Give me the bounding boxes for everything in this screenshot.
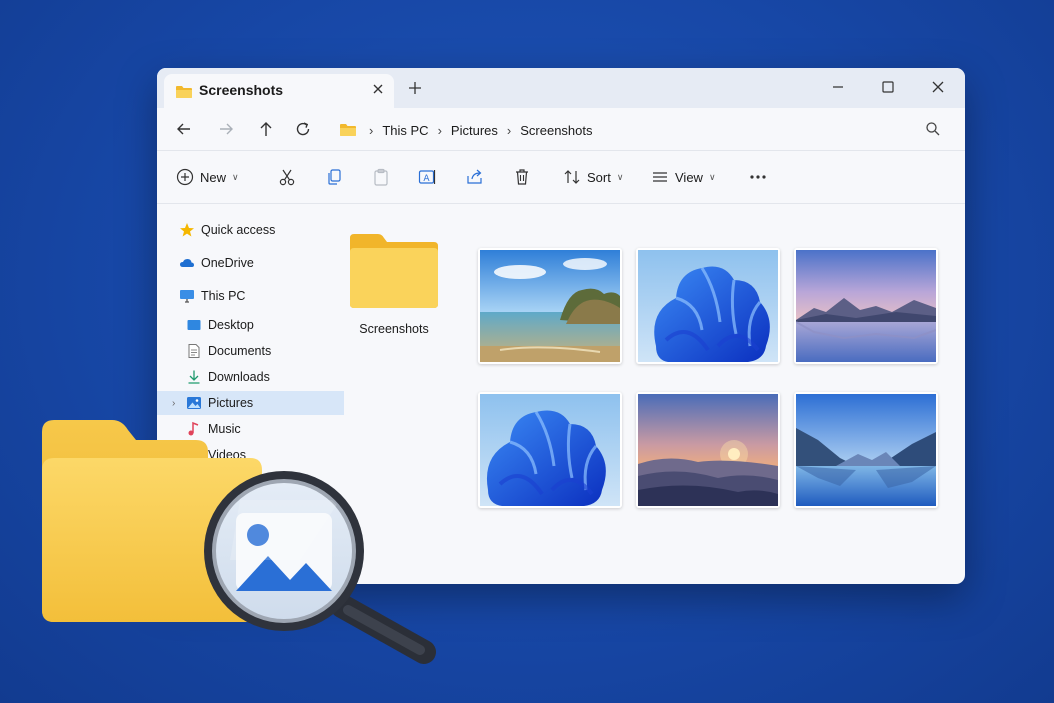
folder-icon (348, 232, 440, 315)
folder-item-screenshots[interactable] (348, 232, 440, 315)
chevron-down-icon: ∨ (616, 171, 624, 182)
address-bar: › This PC › Pictures › Screenshots (157, 108, 965, 151)
cloud-icon (179, 255, 195, 271)
breadcrumb-pictures[interactable]: Pictures (451, 123, 498, 138)
sidebar-item-onedrive[interactable]: OneDrive (157, 251, 337, 275)
sidebar-item-label: Videos (208, 448, 246, 462)
sidebar-item-label: This PC (201, 289, 246, 303)
network-icon (174, 476, 190, 492)
forward-arrow-icon[interactable] (217, 120, 235, 138)
monitor-icon (179, 288, 195, 304)
chevron-down-icon: ∨ (232, 171, 239, 182)
image-thumbnail-beach[interactable] (478, 248, 622, 364)
tab-title: Screenshots (199, 82, 284, 98)
copy-icon[interactable] (324, 167, 344, 187)
file-content-area: Screenshots (332, 204, 965, 584)
breadcrumb: › This PC › Pictures › Screenshots (339, 120, 593, 140)
mountain-lake-blue-image (796, 394, 936, 506)
sidebar-item-label: Documents (208, 344, 272, 358)
sidebar-item-label: Pictures (208, 396, 254, 410)
close-window-icon[interactable] (929, 78, 947, 96)
folder-icon (339, 123, 357, 137)
refresh-icon[interactable] (294, 120, 312, 138)
star-icon (179, 222, 195, 238)
sidebar-item-label: Downloads (208, 370, 270, 384)
sidebar-item-label: OneDrive (201, 256, 254, 270)
maximize-icon[interactable] (879, 78, 897, 96)
download-icon (186, 369, 202, 385)
sort-button[interactable]: Sort ∨ (563, 167, 623, 187)
image-thumbnail-mountain-lake-blue[interactable] (794, 392, 938, 508)
folder-item-label: Screenshots (359, 322, 429, 336)
file-explorer-window: Screenshots › This PC › Pictures › Scree… (157, 68, 965, 584)
view-button[interactable]: View ∨ (651, 167, 716, 187)
back-arrow-icon[interactable] (175, 120, 193, 138)
sort-icon (563, 168, 581, 186)
search-icon[interactable] (925, 121, 941, 137)
command-bar: New ∨ A Sort ∨ View ∨ (157, 151, 965, 204)
chevron-right-icon: › (369, 122, 374, 138)
sidebar-item-label: Desktop (208, 318, 254, 332)
view-button-label: View (675, 169, 703, 185)
blue-bloom-image (638, 250, 778, 362)
sidebar-item-desktop[interactable]: Desktop (157, 313, 344, 337)
music-icon (186, 421, 202, 437)
sidebar-item-label: Music (208, 422, 241, 436)
new-button-label: New (200, 169, 227, 185)
sidebar-item-network[interactable]: Network (157, 472, 332, 496)
paste-icon[interactable] (371, 167, 391, 187)
chevron-right-icon[interactable]: › (172, 398, 175, 409)
title-bar: Screenshots (157, 68, 965, 108)
sidebar-item-downloads[interactable]: Downloads (157, 365, 344, 389)
chevron-down-icon: ∨ (708, 171, 716, 182)
new-tab-icon[interactable] (407, 80, 423, 96)
cut-icon[interactable] (277, 167, 297, 187)
beach-cliff-image (480, 250, 620, 362)
folder-icon (175, 85, 193, 104)
sidebar-item-label: Network (196, 477, 242, 491)
share-icon[interactable] (465, 167, 485, 187)
image-thumbnail-mountain-lake[interactable] (794, 248, 938, 364)
new-button[interactable]: New ∨ (176, 167, 239, 187)
chevron-right-icon: › (506, 122, 512, 138)
image-thumbnail-sunset[interactable] (636, 392, 780, 508)
up-arrow-icon[interactable] (257, 120, 275, 138)
video-icon (186, 447, 202, 463)
chevron-right-icon: › (437, 122, 442, 138)
mountain-lake-image (796, 250, 936, 362)
sidebar-item-pictures[interactable]: › Pictures (157, 391, 344, 415)
breadcrumb-screenshots[interactable]: Screenshots (520, 123, 592, 138)
picture-icon (186, 395, 202, 411)
sidebar-item-label: Quick access (201, 223, 276, 237)
sidebar-item-quick-access[interactable]: Quick access (157, 218, 337, 242)
more-options-icon[interactable] (748, 167, 768, 187)
tab-screenshots[interactable]: Screenshots (164, 74, 394, 108)
image-thumbnail-bloom[interactable] (636, 248, 780, 364)
navigation-pane: Quick access OneDrive This PC Desktop Do… (157, 204, 344, 584)
sunset-hills-image (638, 394, 778, 506)
document-icon (186, 343, 202, 359)
view-list-icon (651, 168, 669, 186)
sidebar-item-this-pc[interactable]: This PC (157, 284, 337, 308)
image-thumbnail-bloom-2[interactable] (478, 392, 622, 508)
minimize-icon[interactable] (829, 78, 847, 96)
sidebar-item-music[interactable]: Music (157, 417, 344, 441)
delete-icon[interactable] (512, 167, 532, 187)
close-tab-icon[interactable] (371, 82, 385, 96)
sidebar-item-videos[interactable]: Videos (157, 443, 344, 467)
sort-button-label: Sort (587, 169, 611, 185)
svg-text:A: A (423, 174, 430, 184)
blue-bloom-image (480, 394, 620, 506)
desktop-icon (186, 317, 202, 333)
sidebar-item-documents[interactable]: Documents (157, 339, 344, 363)
add-circle-icon (176, 168, 194, 186)
rename-icon[interactable]: A (417, 167, 437, 187)
breadcrumb-this-pc[interactable]: This PC (382, 123, 428, 138)
